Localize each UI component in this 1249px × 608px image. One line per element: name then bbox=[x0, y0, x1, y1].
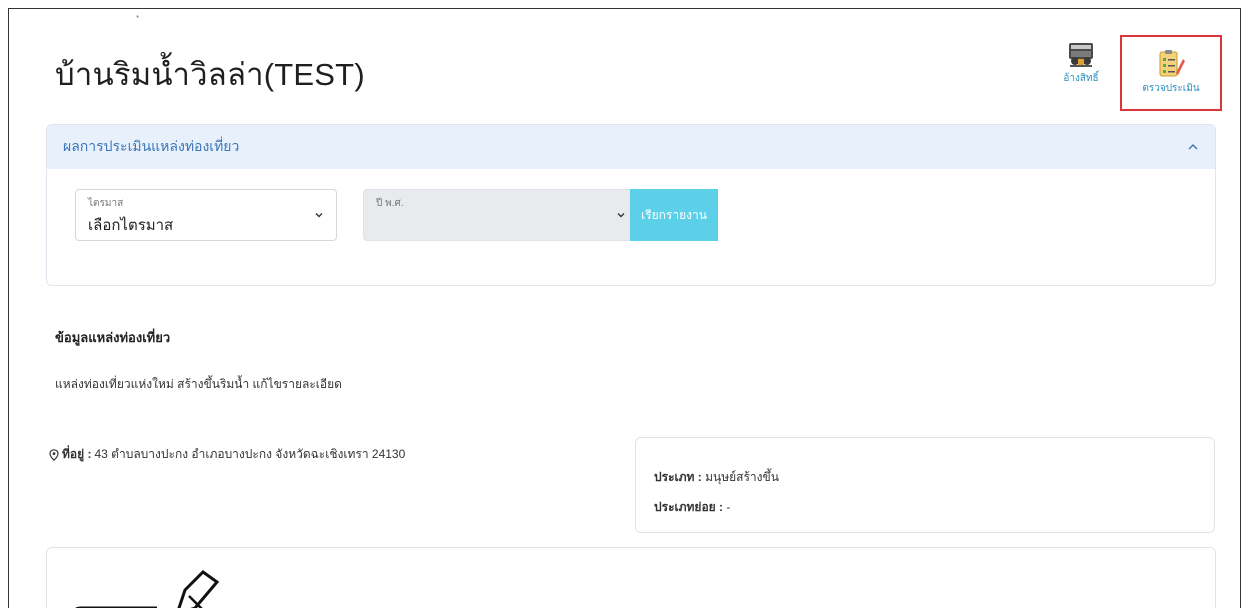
claim-label: อ้างสิทธิ์ bbox=[1063, 73, 1099, 84]
claim-button[interactable]: อ้างสิทธิ์ bbox=[1052, 35, 1110, 86]
page-frame: ุ บ้านริมน้ำวิลล่า(TEST) อ้างสิทธิ์ bbox=[8, 8, 1241, 608]
bottom-card bbox=[46, 547, 1216, 608]
info-heading: ข้อมูลแหล่งท่องเที่ยว bbox=[55, 330, 171, 345]
quarter-select-label: ไตรมาส bbox=[88, 198, 124, 209]
edit-pen-icon bbox=[75, 570, 220, 608]
panel-title: ผลการประเมินแหล่งท่องเที่ยว bbox=[63, 138, 240, 154]
claim-icon bbox=[1069, 43, 1093, 67]
type-value: มนุษย์สร้างขึ้น bbox=[705, 470, 779, 484]
info-description: แหล่งท่องเที่ยวแห่งใหม่ สร้างขึ้นริมน้ำ … bbox=[55, 377, 342, 391]
address-value: 43 ตำบลบางปะกง อำเภอบางปะกง จังหวัดฉะเชิ… bbox=[94, 447, 406, 461]
panel-header[interactable]: ผลการประเมินแหล่งท่องเที่ยว bbox=[47, 125, 1215, 169]
type-label: ประเภท : bbox=[654, 470, 702, 484]
subtype-value: - bbox=[726, 500, 731, 514]
subtype-row: ประเภทย่อย : - bbox=[654, 498, 730, 517]
report-button[interactable]: เรียกรายงาน bbox=[630, 189, 718, 241]
quarter-select-value: เลือกไตรมาส bbox=[88, 217, 174, 234]
type-row: ประเภท : มนุษย์สร้างขึ้น bbox=[654, 468, 779, 487]
quarter-select[interactable]: ไตรมาส เลือกไตรมาส bbox=[75, 189, 337, 241]
page-title: บ้านริมน้ำวิลล่า(TEST) bbox=[55, 57, 365, 92]
chevron-up-icon[interactable] bbox=[1187, 141, 1199, 153]
address-line: ที่อยู่ : 43 ตำบลบางปะกง อำเภอบางปะกง จั… bbox=[49, 445, 405, 464]
chevron-down-icon bbox=[617, 213, 625, 218]
checklist-clipboard-icon bbox=[1159, 50, 1185, 77]
type-card: ประเภท : มนุษย์สร้างขึ้น ประเภทย่อย : - bbox=[635, 437, 1215, 533]
assess-button[interactable]: ตรวจประเมิน bbox=[1120, 35, 1222, 111]
location-pin-icon bbox=[49, 448, 59, 461]
subtype-label: ประเภทย่อย : bbox=[654, 500, 724, 514]
year-select-label: ปี พ.ศ. bbox=[376, 198, 404, 209]
assessment-panel: ผลการประเมินแหล่งท่องเที่ยว ไตรมาส เลือก… bbox=[46, 124, 1216, 286]
year-select[interactable]: ปี พ.ศ. bbox=[363, 189, 639, 241]
top-actions: อ้างสิทธิ์ ตรวจประเมิน bbox=[1052, 35, 1222, 111]
address-label: ที่อยู่ : bbox=[62, 447, 92, 461]
assess-label: ตรวจประเมิน bbox=[1142, 83, 1200, 94]
chevron-down-icon bbox=[315, 213, 323, 218]
